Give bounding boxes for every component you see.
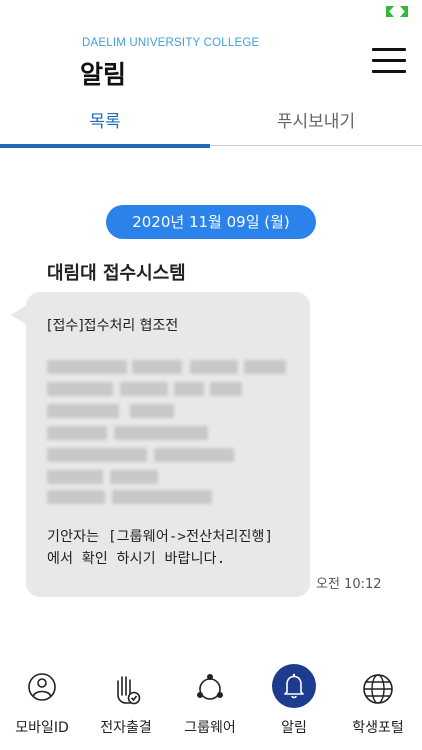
page-title: 알림 [80, 60, 127, 89]
nav-mobile-id[interactable]: 모바일ID [0, 655, 84, 750]
hamburger-menu-icon[interactable] [372, 48, 406, 74]
nav-label-mobile-id: 모바일ID [15, 720, 69, 736]
tab-list[interactable]: 목록 [0, 102, 210, 146]
tab-bar: 목록 푸시보내기 [0, 102, 422, 150]
app-header: DAELIM UNIVERSITY COLLEGE 알림 [0, 0, 422, 100]
message-footer: 기안자는 [그룹웨어->전산처리진행] 에서 확인 하시기 바랍니다. [47, 526, 273, 570]
globe-icon [363, 674, 393, 704]
organization-name: DAELIM UNIVERSITY COLLEGE [82, 37, 260, 49]
message-footer-line1: 기안자는 [그룹웨어->전산처리진행] [47, 529, 274, 545]
bell-icon [284, 673, 304, 699]
nav-label-groupware: 그룹웨어 [184, 720, 236, 736]
nav-attendance[interactable]: 전자출결 [84, 655, 168, 750]
nav-label-student-portal: 학생포털 [352, 720, 404, 736]
nav-label-attendance: 전자출결 [100, 720, 152, 736]
nav-notifications[interactable]: 알림 [252, 655, 336, 750]
tab-push-send[interactable]: 푸시보내기 [210, 102, 422, 146]
message-subject: [접수]접수처리 협조전 [47, 318, 179, 334]
nav-groupware[interactable]: 그룹웨어 [168, 655, 252, 750]
nav-label-notifications: 알림 [281, 720, 307, 736]
groupware-network-icon [197, 674, 223, 700]
message-footer-line2: 에서 확인 하시기 바랍니다. [47, 551, 226, 567]
message-sender: 대림대 접수시스템 [47, 263, 186, 284]
person-id-icon [28, 673, 56, 701]
bottom-navigation: 모바일ID 전자출결 그룹웨어 알림 학생포털 [0, 655, 422, 750]
nav-student-portal[interactable]: 학생포털 [336, 655, 420, 750]
tab-active-indicator [0, 144, 210, 148]
bubble-tail [11, 305, 27, 325]
hand-check-icon [117, 676, 141, 705]
date-badge: 2020년 11월 09일 (월) [106, 205, 316, 239]
message-time: 오전 10:12 [316, 577, 382, 592]
